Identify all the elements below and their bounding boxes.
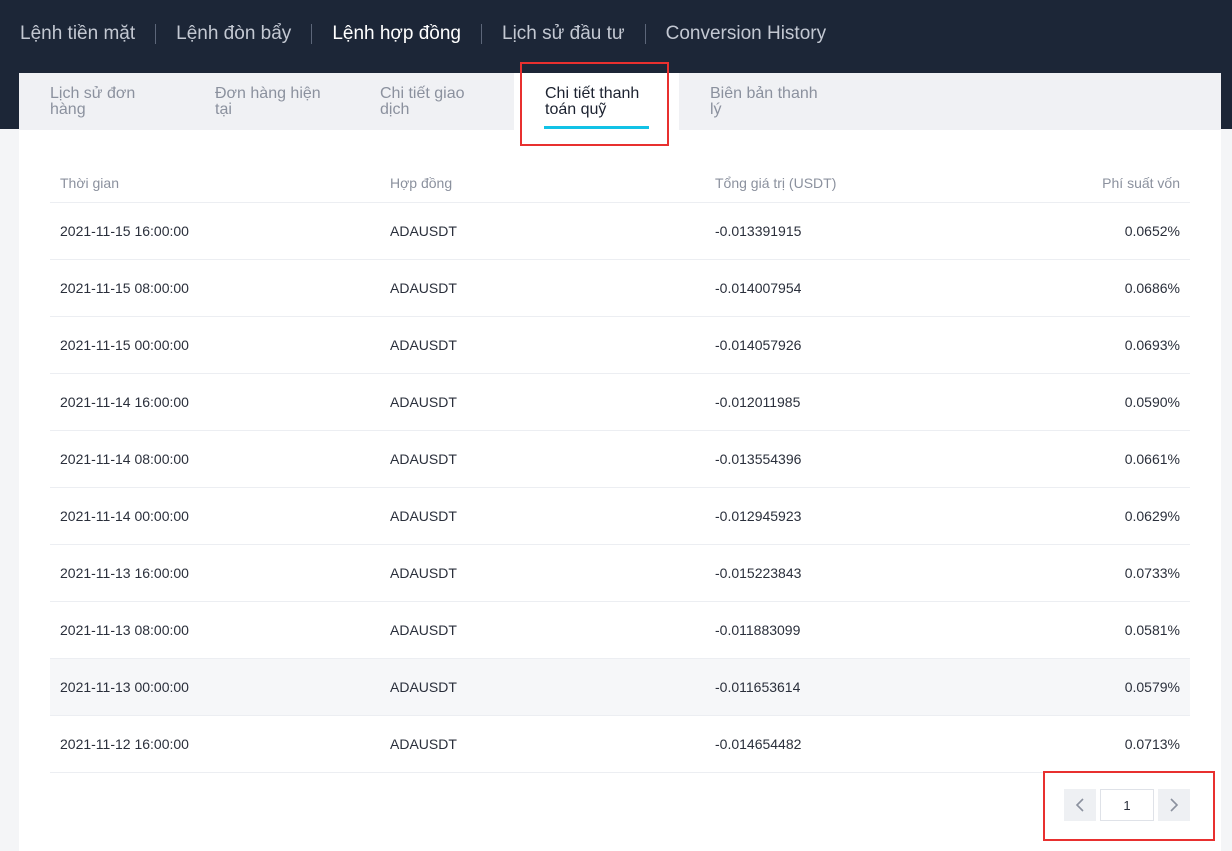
next-page-button[interactable]: [1158, 789, 1190, 821]
cell-total-value: -0.011653614: [715, 679, 801, 695]
cell-time: 2021-11-12 16:00:00: [60, 736, 189, 752]
cell-funding-rate: 0.0579%: [1124, 679, 1180, 695]
cell-time: 2021-11-14 16:00:00: [60, 394, 189, 410]
table-row: 2021-11-14 16:00:00 ADAUSDT -0.012011985 0.…: [50, 374, 1190, 431]
nav-separator: [644, 24, 646, 44]
nav-separator: [155, 24, 157, 44]
cell-contract: ADAUSDT: [390, 394, 457, 410]
cell-contract: ADAUSDT: [390, 736, 457, 752]
cell-total-value: -0.014007954: [715, 280, 802, 296]
cell-funding-rate: 0.0733%: [1124, 565, 1180, 581]
top-nav-item[interactable]: Lệnh tiền mặt: [20, 23, 135, 45]
cell-total-value: -0.012945923: [715, 508, 802, 524]
cell-funding-rate: 0.0581%: [1124, 622, 1180, 638]
top-nav-item[interactable]: Lệnh hợp đồng: [332, 23, 461, 45]
cell-time: 2021-11-14 00:00:00: [60, 508, 189, 524]
cell-contract: ADAUSDT: [390, 508, 457, 524]
nav-separator: [481, 24, 482, 44]
top-nav-item[interactable]: Lịch sử đầu tư: [502, 23, 625, 45]
cell-time: 2021-11-15 00:00:00: [60, 337, 189, 353]
cell-contract: ADAUSDT: [390, 679, 457, 695]
table-row: 2021-11-14 08:00:00 ADAUSDT -0.013554396 0.…: [50, 431, 1190, 488]
cell-funding-rate: 0.0629%: [1124, 508, 1180, 524]
cell-time: 2021-11-13 00:00:00: [60, 679, 189, 695]
cell-funding-rate: 0.0661%: [1124, 451, 1180, 467]
top-nav: Lệnh tiền mặt Lệnh đòn bẩy Lệnh hợp đồng Lị…: [0, 0, 826, 68]
header-total-value: Tổng giá trị (USDT): [715, 175, 837, 191]
tab-item[interactable]: Đơn hàng hiện tại: [184, 73, 349, 130]
prev-page-button[interactable]: [1064, 789, 1096, 821]
cell-time: 2021-11-13 16:00:00: [60, 565, 189, 581]
chevron-left-icon: [1075, 798, 1084, 812]
funding-table: Thời gian Hợp đồng Tổng giá trị (USDT) P…: [50, 167, 1190, 773]
top-nav-item[interactable]: Lệnh đòn bẩy: [176, 23, 291, 45]
cell-total-value: -0.014057926: [715, 337, 802, 353]
cell-funding-rate: 0.0686%: [1124, 280, 1180, 296]
cell-funding-rate: 0.0693%: [1124, 337, 1180, 353]
tab-item[interactable]: Chi tiết thanh toán quỹ: [514, 73, 679, 130]
cell-total-value: -0.015223843: [715, 565, 802, 581]
cell-time: 2021-11-14 08:00:00: [60, 451, 189, 467]
cell-contract: ADAUSDT: [390, 280, 457, 296]
cell-funding-rate: 0.0713%: [1124, 736, 1180, 752]
nav-separator: [311, 24, 313, 44]
table-row: 2021-11-13 00:00:00 ADAUSDT -0.011653614 0.…: [50, 659, 1190, 716]
cell-contract: ADAUSDT: [390, 451, 457, 467]
cell-total-value: -0.012011985: [715, 394, 801, 410]
cell-total-value: -0.013554396: [715, 451, 802, 467]
tab-item[interactable]: Lịch sử đơn hàng: [19, 73, 184, 130]
cell-total-value: -0.013391915: [715, 223, 802, 239]
table-row: 2021-11-15 16:00:00 ADAUSDT -0.013391915 0.…: [50, 203, 1190, 260]
orders-panel: Lịch sử đơn hàng Đơn hàng hiện tại Chi tiế…: [19, 73, 1221, 851]
cell-total-value: -0.014654482: [715, 736, 802, 752]
tab-label: Đơn hàng hiện tại: [215, 85, 321, 118]
cell-contract: ADAUSDT: [390, 565, 457, 581]
page-number-input[interactable]: [1100, 789, 1154, 821]
cell-total-value: -0.011883099: [715, 622, 801, 638]
cell-funding-rate: 0.0590%: [1124, 394, 1180, 410]
header-funding-rate: Phí suất vốn: [1102, 175, 1180, 191]
header-time: Thời gian: [60, 175, 119, 191]
header-contract: Hợp đồng: [390, 175, 453, 191]
table-row: 2021-11-13 08:00:00 ADAUSDT -0.011883099 0.…: [50, 602, 1190, 659]
sub-tabs: Lịch sử đơn hàng Đơn hàng hiện tại Chi tiế…: [19, 73, 1221, 130]
table-header: Thời gian Hợp đồng Tổng giá trị (USDT) P…: [50, 167, 1190, 203]
cell-contract: ADAUSDT: [390, 622, 457, 638]
active-tab-indicator: [544, 126, 649, 129]
tab-item[interactable]: Biên bản thanh lý: [679, 73, 844, 130]
table-row: 2021-11-12 16:00:00 ADAUSDT -0.014654482 0.…: [50, 716, 1190, 773]
table-row: 2021-11-15 08:00:00 ADAUSDT -0.014007954 0.…: [50, 260, 1190, 317]
cell-time: 2021-11-13 08:00:00: [60, 622, 189, 638]
chevron-right-icon: [1170, 798, 1179, 812]
cell-contract: ADAUSDT: [390, 337, 457, 353]
table-row: 2021-11-14 00:00:00 ADAUSDT -0.012945923 0.…: [50, 488, 1190, 545]
cell-time: 2021-11-15 08:00:00: [60, 280, 189, 296]
cell-funding-rate: 0.0652%: [1124, 223, 1180, 239]
top-nav-item[interactable]: Conversion History: [666, 23, 827, 45]
pagination: [1064, 789, 1190, 821]
table-row: 2021-11-13 16:00:00 ADAUSDT -0.015223843 0.…: [50, 545, 1190, 602]
tab-label: Chi tiết giao dịch: [380, 85, 465, 118]
tab-label: Chi tiết thanh toán quỹ: [545, 85, 640, 118]
cell-contract: ADAUSDT: [390, 223, 457, 239]
cell-time: 2021-11-15 16:00:00: [60, 223, 189, 239]
tab-item[interactable]: Chi tiết giao dịch: [349, 73, 514, 130]
table-row: 2021-11-15 00:00:00 ADAUSDT -0.014057926 0.…: [50, 317, 1190, 374]
tab-label: Lịch sử đơn hàng: [50, 85, 136, 118]
tab-label: Biên bản thanh lý: [710, 85, 818, 118]
table-body: 2021-11-15 16:00:00 ADAUSDT -0.013391915 0.…: [50, 203, 1190, 773]
